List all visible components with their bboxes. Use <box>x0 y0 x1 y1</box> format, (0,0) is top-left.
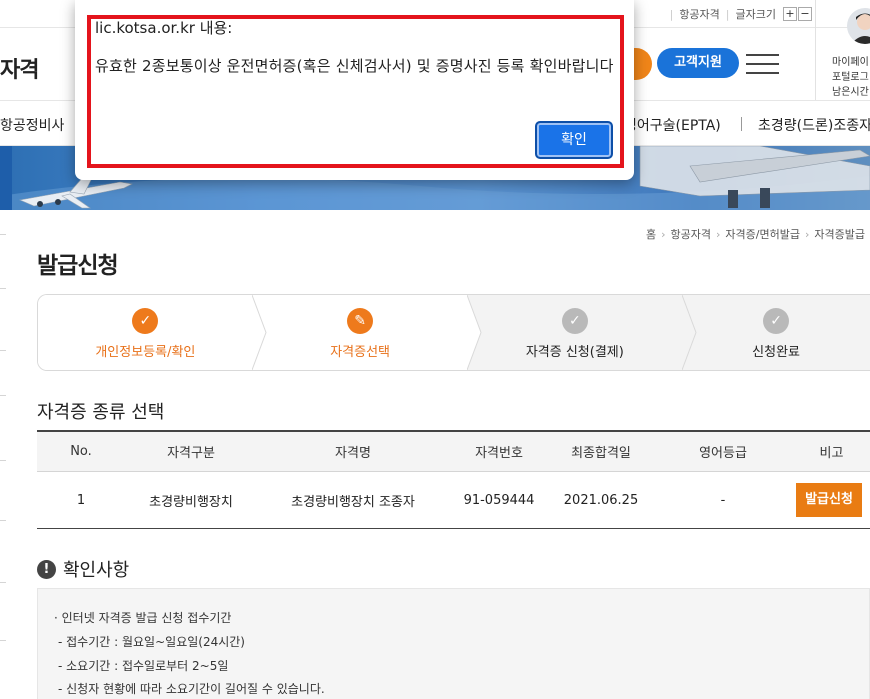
portal-login-text: 포털로그 <box>832 72 869 83</box>
utility-links: | 항공자격 | 글자크기 + − <box>664 6 812 22</box>
cell-english: - <box>720 492 726 508</box>
col-header-note: 비고 <box>819 446 844 461</box>
breadcrumb-current: 자격증발급 <box>814 228 865 241</box>
remaining-time-text: 남은시간 <box>832 87 869 98</box>
table-row: 1 초경량비행장치 초경량비행장치 조종자 91-059444 2021.06.… <box>37 472 870 528</box>
cell-category: 초경량비행장치 <box>149 494 233 510</box>
avatar <box>847 8 870 44</box>
step-arrow <box>252 295 267 370</box>
check-icon: ✓ <box>561 308 588 334</box>
banner-left-accent <box>0 146 12 210</box>
col-header-english: 영어등급 <box>699 446 747 461</box>
step-label: 자격증선택 <box>330 345 390 360</box>
check-icon: ✓ <box>763 308 790 334</box>
section-title: 자격증 종류 선택 <box>37 402 165 423</box>
notice-title: 확인사항 <box>63 560 130 581</box>
step-complete: ✓ 신청완료 <box>682 295 870 370</box>
license-table: No. 자격구분 자격명 자격번호 최종합격일 영어등급 비고 1 초경량비행장… <box>37 430 870 529</box>
step-arrow <box>682 295 697 370</box>
check-icon: ✓ <box>132 308 159 334</box>
nav-item-aircraft-mechanic[interactable]: 항공정비사 <box>0 115 64 135</box>
cell-no: 1 <box>76 492 86 508</box>
breadcrumb-license[interactable]: 자격증/면허발급 <box>725 228 800 241</box>
apply-issue-button[interactable]: 발급신청 <box>796 483 862 517</box>
highlight-box <box>87 15 624 168</box>
font-size-label: 글자크기 <box>735 8 776 21</box>
breadcrumb-home[interactable]: 홈 <box>646 228 656 241</box>
step-label: 자격증 신청(결제) <box>525 345 624 360</box>
cell-pass-date: 2021.06.25 <box>563 492 639 508</box>
util-link-aviation[interactable]: 항공자격 <box>679 6 719 22</box>
progress-steps: ✓ 개인정보등록/확인 ✎ 자격증선택 ✓ 자격증 신청(결제) ✓ 신청완료 <box>37 294 870 371</box>
font-size-controls: + − <box>782 7 812 21</box>
page: | 항공자격 | 글자크기 + − 자격 고객지원 마이페이 포털로그 남은시간… <box>0 0 870 699</box>
step-label: 신청완료 <box>752 345 801 360</box>
notice-line: - 소요기간 : 접수일로부터 2~5일 <box>58 659 229 673</box>
notice-line: · 인터넷 자격증 발급 신청 접수기간 <box>54 611 232 625</box>
step-personal-info: ✓ 개인정보등록/확인 <box>38 295 253 370</box>
col-header-number: 자격번호 <box>475 446 523 461</box>
step-license-select: ✎ 자격증선택 <box>252 295 468 370</box>
cell-name: 초경량비행장치 조종자 <box>291 494 415 510</box>
col-header-name: 자격명 <box>335 446 371 461</box>
alert-icon: ! <box>37 559 56 579</box>
nav-divider <box>741 117 742 131</box>
cell-action: 발급신청 <box>793 483 870 517</box>
step-arrow <box>467 295 482 370</box>
nav-item-drone-pilot[interactable]: 초경량(드론)조종자 <box>758 115 870 135</box>
page-title: 발급신청 <box>37 253 119 279</box>
col-header-no: No. <box>70 444 92 459</box>
notice-line: - 신청자 현황에 따라 소요기간이 길어질 수 있습니다. <box>58 682 325 696</box>
separator: | <box>725 7 730 21</box>
step-label: 개인정보등록/확인 <box>95 345 196 360</box>
font-size-increase-button[interactable]: + <box>783 7 797 21</box>
notice-box: · 인터넷 자격증 발급 신청 접수기간 - 접수기간 : 월요일~일요일(24… <box>37 588 870 699</box>
font-size-decrease-button[interactable]: − <box>798 7 812 21</box>
pencil-icon: ✎ <box>347 308 374 334</box>
separator: | <box>669 7 674 21</box>
site-title[interactable]: 자격 <box>0 52 39 84</box>
nav-item-epta[interactable]: 영어구술(EPTA) <box>624 115 721 135</box>
col-header-category: 자격구분 <box>167 446 215 461</box>
col-header-pass-date: 최종합격일 <box>571 446 631 461</box>
hamburger-menu-icon[interactable] <box>746 54 779 74</box>
customer-support-button[interactable]: 고객지원 <box>657 48 739 78</box>
mypage-link[interactable]: 마이페이 <box>832 53 869 68</box>
left-edge-strip <box>0 210 6 699</box>
notice-heading: ! 확인사항 <box>37 556 129 582</box>
cell-number: 91-059444 <box>463 492 535 508</box>
user-panel: 마이페이 포털로그 남은시간 <box>815 0 870 100</box>
step-payment: ✓ 자격증 신청(결제) <box>467 295 683 370</box>
breadcrumb: 홈 › 항공자격 › 자격증/면허발급 › 자격증발급 <box>646 228 865 241</box>
table-header-row: No. 자격구분 자격명 자격번호 최종합격일 영어등급 비고 <box>37 432 870 472</box>
breadcrumb-aviation[interactable]: 항공자격 <box>671 228 711 241</box>
notice-line: - 접수기간 : 월요일~일요일(24시간) <box>58 635 245 649</box>
